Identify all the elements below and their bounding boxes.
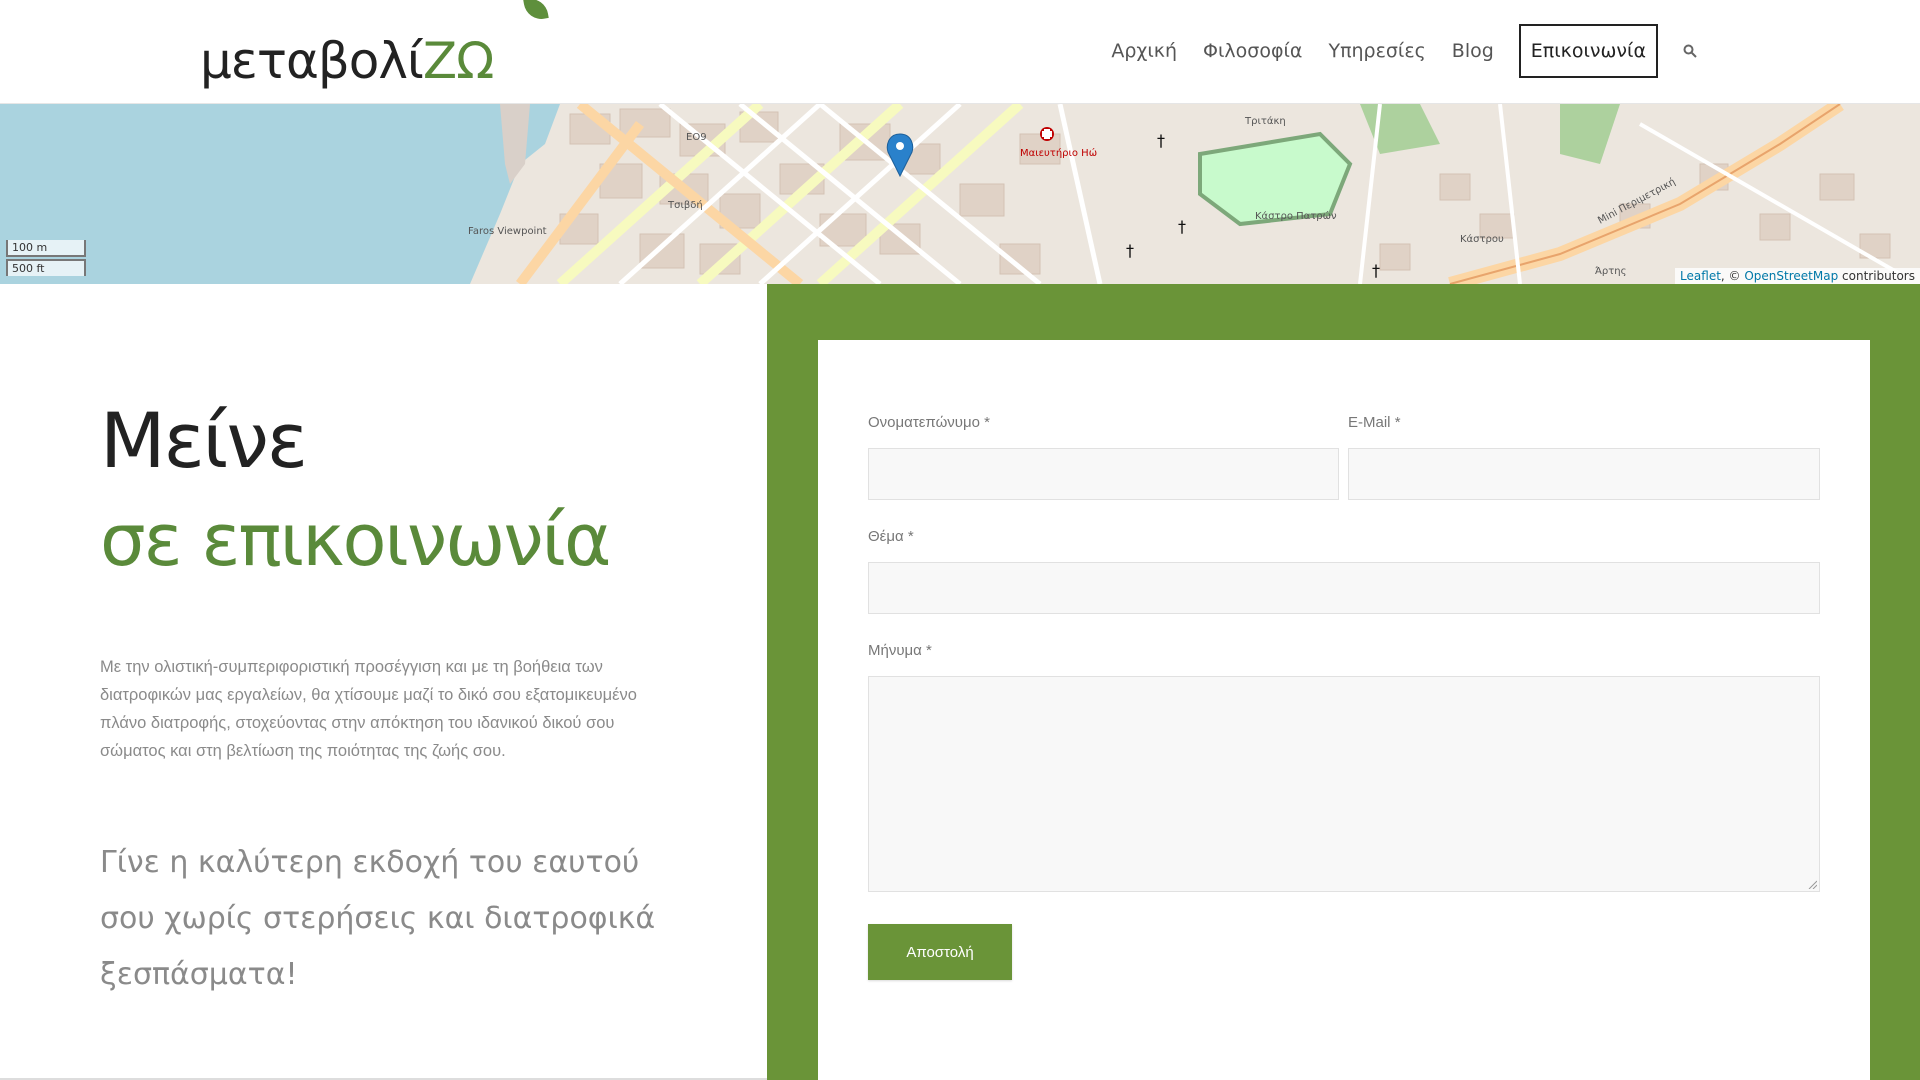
svg-text:†: † [1157,131,1165,150]
nav-item-philosophy[interactable]: Φιλοσοφία [1190,24,1315,78]
svg-text:Άρτης: Άρτης [1595,265,1627,277]
svg-text:Κάστρο Πατρών: Κάστρο Πατρών [1255,210,1337,222]
site-header: μεταβολίΖΩ Αρχική Φιλοσοφία Υπηρεσίες Bl… [0,0,1920,104]
svg-text:Κάστρου: Κάστρου [1460,233,1504,245]
svg-text:Τσιβδή: Τσιβδή [667,199,703,211]
name-label: Ονοματεπώνυμο * [868,414,990,431]
submit-button[interactable]: Αποστολή [868,924,1012,980]
map-scale: 100 m 500 ft [6,240,86,278]
site-logo[interactable]: μεταβολίΖΩ [200,0,549,100]
subject-field[interactable] [868,562,1820,614]
svg-text:Faros Viewpoint: Faros Viewpoint [468,226,547,237]
logo-text: μεταβολίΖΩ [200,32,494,90]
svg-text:†: † [1126,241,1134,260]
svg-text:†: † [1178,217,1186,236]
page-heading: Μείνε [100,396,308,485]
main-nav: Αρχική Φιλοσοφία Υπηρεσίες Blog Επικοινω… [1098,24,1710,78]
nav-item-services[interactable]: Υπηρεσίες [1315,24,1438,78]
svg-text:Τριτάκη: Τριτάκη [1244,115,1286,127]
search-icon [1683,44,1697,58]
svg-text:†: † [1372,261,1380,280]
subject-label: Θέμα * [868,528,914,545]
intro-paragraph: Με την ολιστική-συμπεριφοριστική προσέγγ… [100,658,637,760]
message-field[interactable] [868,676,1820,892]
svg-text:Μαιευτήριο Ηώ: Μαιευτήριο Ηώ [1020,147,1097,159]
email-label: E-Mail * [1348,414,1401,431]
location-map[interactable]: Faros Viewpoint Τριτάκη Κάστρο Πατρών Μα… [0,104,1920,284]
page-subheading: σε επικοινωνία [100,498,611,582]
leaf-icon [523,0,549,22]
nav-item-home[interactable]: Αρχική [1098,24,1190,78]
email-field[interactable] [1348,448,1820,500]
tagline: Γίνε η καλύτερη εκδοχή του εαυτού σου χω… [100,845,656,992]
resize-handle-icon[interactable] [1807,879,1817,889]
contact-form: Ονοματεπώνυμο * E-Mail * Θέμα * Μήνυμα *… [818,340,1870,1080]
osm-link[interactable]: OpenStreetMap [1744,269,1838,283]
map-attribution: Leaflet, © OpenStreetMap contributors [1675,268,1920,284]
nav-item-contact[interactable]: Επικοινωνία [1518,24,1658,78]
nav-item-blog[interactable]: Blog [1439,24,1507,78]
leaflet-link[interactable]: Leaflet [1680,269,1721,283]
name-field[interactable] [868,448,1339,500]
message-label: Μήνυμα * [868,642,932,659]
search-button[interactable] [1670,24,1710,78]
svg-text:EO9: EO9 [686,132,707,143]
